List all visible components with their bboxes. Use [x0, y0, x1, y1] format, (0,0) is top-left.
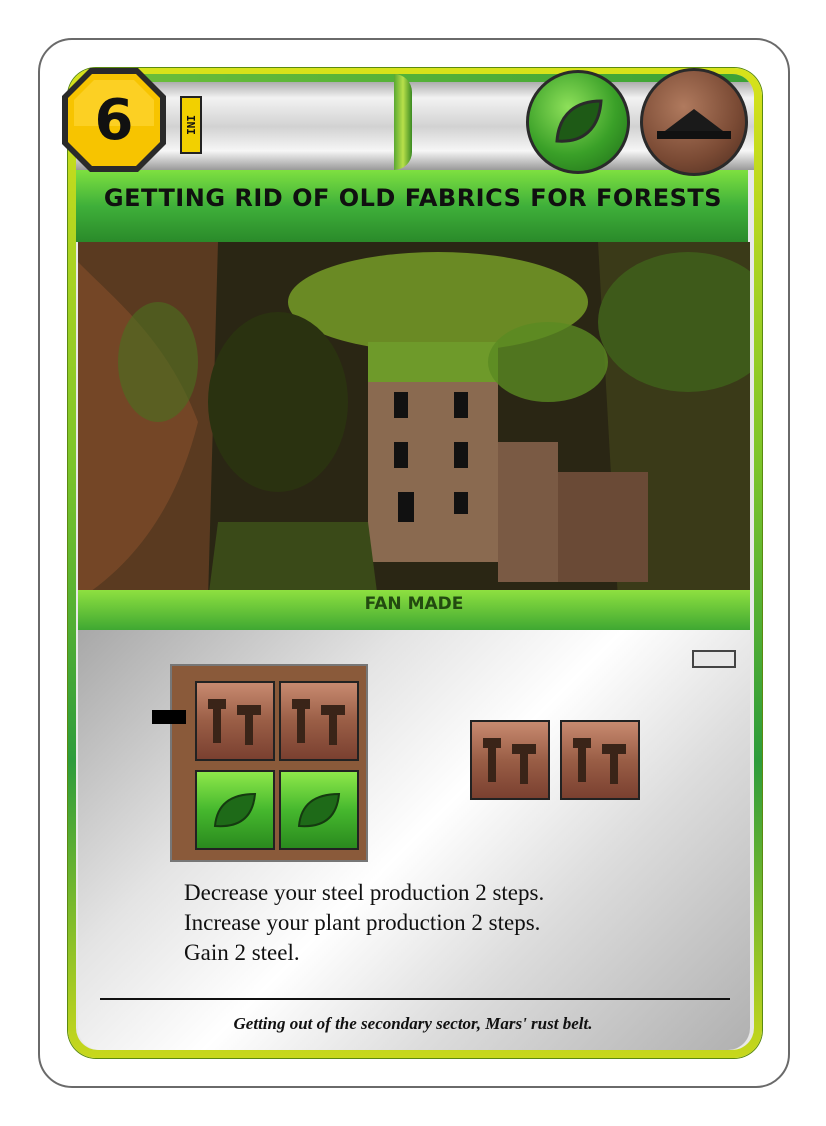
- flavor-divider: [100, 998, 730, 1000]
- description-line: Increase your plant production 2 steps.: [184, 910, 541, 935]
- leaf-icon: [297, 792, 341, 828]
- wrench-hammer-icon: [208, 699, 261, 745]
- card-description: Decrease your steel production 2 steps. …: [184, 878, 544, 968]
- description-line: Gain 2 steel.: [184, 940, 300, 965]
- ruined-mill-illustration: [78, 242, 750, 600]
- plant-production-icon: [195, 770, 275, 850]
- leaf-icon: [213, 792, 257, 828]
- plant-production-icon: [279, 770, 359, 850]
- requirement-box: [692, 650, 736, 668]
- steel-production-icon: [279, 681, 359, 761]
- cost-value: 6: [94, 87, 134, 153]
- wrench-hammer-icon: [483, 738, 536, 784]
- flavor-text: Getting out of the secondary sector, Mar…: [233, 1014, 593, 1033]
- top-bar-separator: [394, 74, 412, 170]
- set-badge: INI: [180, 96, 202, 154]
- wrench-hammer-icon: [292, 699, 345, 745]
- leaf-icon: [555, 99, 603, 143]
- set-badge-label: INI: [184, 115, 198, 135]
- steel-production-icon: [195, 681, 275, 761]
- building-icon: [657, 109, 731, 139]
- building-tag-icon: [640, 68, 748, 176]
- steel-gain-icon: [560, 720, 640, 800]
- card-illustration: [78, 242, 750, 600]
- fan-made-label: FAN MADE: [364, 594, 464, 614]
- plant-tag-icon: [526, 70, 630, 174]
- cost-badge: 6: [60, 66, 168, 174]
- steel-gain-icon: [470, 720, 550, 800]
- minus-icon: [152, 710, 186, 724]
- wrench-hammer-icon: [573, 738, 626, 784]
- description-line: Decrease your steel production 2 steps.: [184, 880, 545, 905]
- card-title: GETTING RID OF OLD FABRICS FOR FORESTS: [103, 184, 723, 212]
